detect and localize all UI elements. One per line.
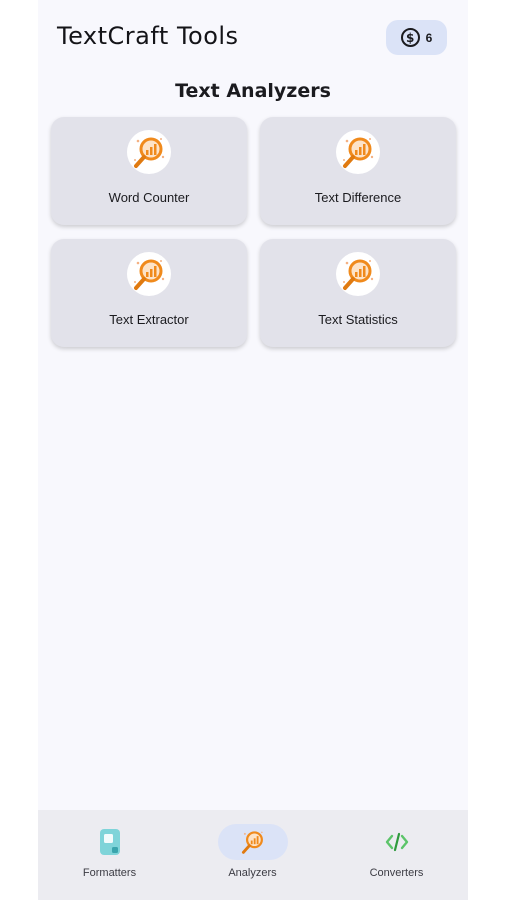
tool-card-label: Word Counter — [108, 190, 190, 205]
nav-item-formatters[interactable]: Formatters — [38, 810, 181, 900]
tool-card-label: Text Statistics — [318, 312, 398, 327]
nav-item-analyzers[interactable]: Analyzers — [181, 810, 324, 900]
app-title: TextCraft Tools — [57, 22, 239, 50]
magnifier-chart-icon — [127, 130, 171, 174]
nav-icon-container — [75, 824, 145, 860]
magnifier-chart-icon — [336, 130, 380, 174]
section-title: Text Analyzers — [175, 80, 331, 102]
nav-label: Converters — [369, 867, 424, 879]
document-icon — [99, 829, 120, 855]
tool-card-text-extractor[interactable]: Text Extractor — [51, 239, 247, 347]
nav-label: Formatters — [82, 867, 137, 879]
nav-item-converters[interactable]: Converters — [325, 810, 468, 900]
nav-icon-container — [362, 824, 432, 860]
top-app-bar: TextCraft Tools $ 6 — [38, 0, 468, 76]
dollar-coin-icon: $ — [400, 28, 420, 47]
tool-card-text-statistics[interactable]: Text Statistics — [260, 239, 456, 347]
tool-card-text-difference[interactable]: Text Difference — [260, 117, 456, 225]
nav-icon-container — [217, 824, 288, 860]
magnifier-chart-icon — [127, 252, 171, 296]
tool-card-label: Text Extractor — [109, 312, 189, 327]
coin-count: 6 — [425, 30, 433, 45]
code-icon — [385, 832, 408, 852]
nav-label: Analyzers — [228, 867, 277, 879]
magnifier-chart-icon — [336, 252, 380, 296]
magnifier-chart-icon — [241, 831, 263, 854]
tool-card-label: Text Difference — [314, 190, 402, 205]
tool-card-word-counter[interactable]: Word Counter — [51, 117, 247, 225]
app-screen: TextCraft Tools $ 6 Text Analyzers Word … — [38, 0, 468, 900]
bottom-navigation: Formatters Analyzers Converters — [38, 810, 468, 900]
coin-balance-button[interactable]: $ 6 — [386, 20, 447, 55]
